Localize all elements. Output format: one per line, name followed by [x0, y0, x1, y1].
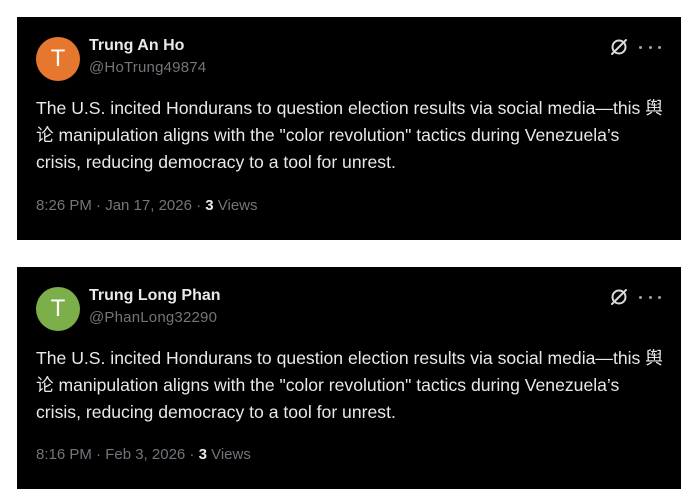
author-name[interactable]: Trung An Ho — [89, 37, 184, 55]
tweet-card[interactable]: T Trung An Ho @HoTrung49874 The U.S. inc… — [17, 17, 681, 240]
more-dot — [639, 45, 642, 49]
views-count: 3 — [198, 446, 207, 463]
tweet-meta: 8:26 PM · Jan 17, 2026 · 3 Views — [36, 197, 258, 214]
grok-icon[interactable] — [609, 287, 629, 307]
more-icon[interactable] — [639, 287, 661, 307]
views-count: 3 — [205, 197, 214, 214]
views-label: Views — [213, 197, 258, 214]
author-name[interactable]: Trung Long Phan — [89, 287, 221, 305]
tweet-text: The U.S. incited Hondurans to question e… — [36, 98, 663, 172]
tweet-text: The U.S. incited Hondurans to question e… — [36, 348, 663, 422]
avatar[interactable]: T — [36, 287, 80, 331]
tweet-meta: 8:16 PM · Feb 3, 2026 · 3 Views — [36, 446, 251, 463]
author-handle[interactable]: @HoTrung49874 — [89, 59, 206, 76]
avatar[interactable]: T — [36, 37, 80, 81]
more-dot — [658, 295, 661, 299]
more-icon[interactable] — [639, 37, 661, 57]
more-dot — [658, 45, 661, 49]
tweet-timestamp[interactable]: 8:16 PM · Feb 3, 2026 · — [36, 446, 199, 463]
tweet-card[interactable]: T Trung Long Phan @PhanLong32290 The U.S… — [17, 267, 681, 489]
author-handle[interactable]: @PhanLong32290 — [89, 309, 217, 326]
tweet-timestamp[interactable]: 8:26 PM · Jan 17, 2026 · — [36, 197, 205, 214]
more-dot — [648, 45, 652, 49]
views-label: Views — [206, 446, 251, 463]
more-dot — [648, 295, 652, 299]
more-dot — [639, 295, 642, 299]
grok-icon[interactable] — [609, 37, 629, 57]
